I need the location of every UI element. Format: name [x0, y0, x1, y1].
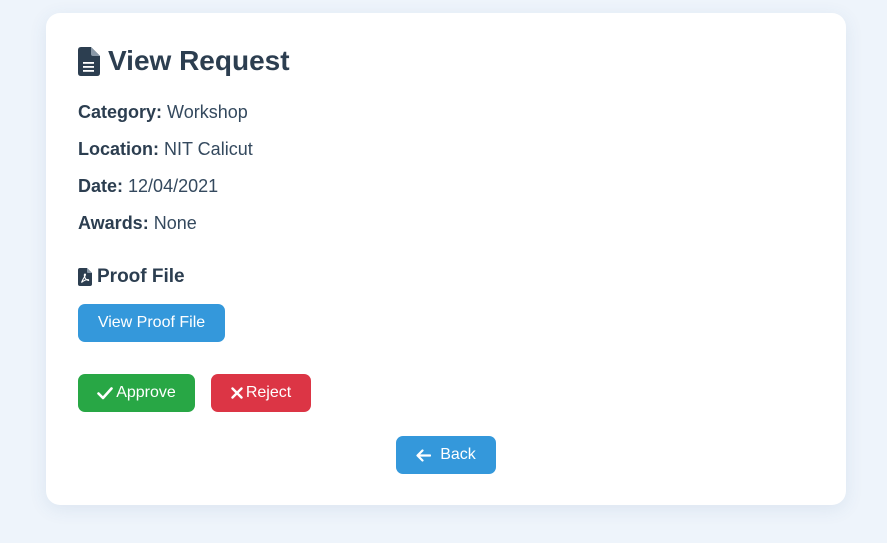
title-row: View Request — [78, 45, 814, 77]
detail-date: Date: 12/04/2021 — [78, 175, 218, 197]
detail-category: Category: Workshop — [78, 101, 248, 123]
page-title: View Request — [108, 45, 290, 76]
detail-label: Awards: — [78, 213, 149, 233]
reject-button[interactable]: Reject — [211, 374, 311, 412]
approve-button[interactable]: Approve — [78, 374, 195, 412]
detail-value: NIT Calicut — [164, 139, 253, 159]
view-proof-file-button[interactable]: View Proof File — [78, 304, 225, 342]
x-icon — [231, 387, 243, 399]
file-text-icon — [78, 46, 100, 76]
back-label: Back — [440, 446, 476, 463]
request-card: View Request Category: Workshop Location… — [46, 13, 846, 505]
proof-section-heading: Proof File — [78, 265, 185, 289]
approve-label: Approve — [116, 384, 176, 401]
back-button[interactable]: Back — [396, 436, 496, 474]
check-icon — [97, 386, 114, 400]
detail-label: Date: — [78, 176, 124, 196]
proof-heading: Proof File — [97, 266, 185, 287]
detail-value: None — [153, 213, 197, 233]
detail-awards: Awards: None — [78, 212, 197, 234]
arrow-left-icon — [416, 448, 432, 462]
detail-value: 12/04/2021 — [128, 176, 219, 196]
detail-value: Workshop — [167, 102, 248, 122]
detail-label: Category: — [78, 102, 163, 122]
file-pdf-icon — [78, 268, 92, 286]
detail-location: Location: NIT Calicut — [78, 138, 253, 160]
reject-label: Reject — [245, 384, 292, 401]
detail-label: Location: — [78, 139, 159, 159]
